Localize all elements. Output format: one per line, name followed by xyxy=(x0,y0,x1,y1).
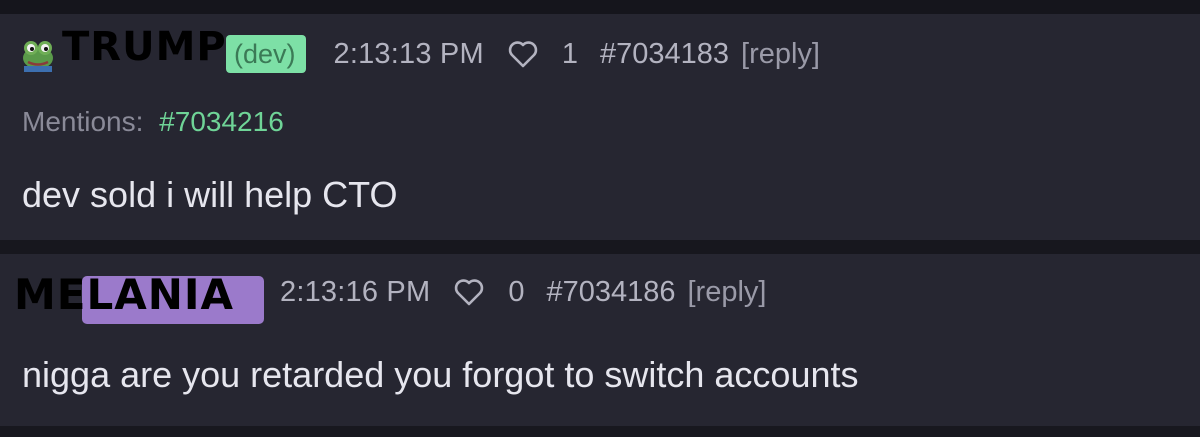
post-header: 2:13:16 PM 0 #7034186 [reply] xyxy=(280,272,766,312)
divider-top xyxy=(0,0,1200,14)
post-time: 2:13:13 PM xyxy=(333,37,484,70)
dev-tag: (dev) xyxy=(234,38,296,69)
divider-bottom xyxy=(0,426,1200,437)
reply-link[interactable]: [reply] xyxy=(688,276,767,309)
post-number-link[interactable]: #7034186 xyxy=(546,276,675,309)
like-count: 1 xyxy=(561,37,578,70)
post-number-link[interactable]: #7034183 xyxy=(600,38,729,71)
mention-link[interactable]: #7034216 xyxy=(159,106,284,137)
post-body: dev sold i will help CTO xyxy=(22,174,398,215)
heart-icon[interactable] xyxy=(454,278,484,306)
frog-icon xyxy=(20,36,56,72)
overlay-label-trump: TRUMP xyxy=(62,24,227,70)
poster-name-chip[interactable]: (dev) xyxy=(226,35,306,73)
thread-page: (dev) 2:13:13 PM 1 #7034183 [reply] Ment… xyxy=(0,0,1200,437)
divider-middle xyxy=(0,240,1200,254)
overlay-label-melania: MELANIA xyxy=(14,270,235,319)
mentions-label: Mentions: xyxy=(22,106,144,137)
reply-link[interactable]: [reply] xyxy=(741,38,820,71)
mentions-line: Mentions: #7034216 xyxy=(22,106,284,138)
heart-icon[interactable] xyxy=(508,40,538,68)
post-body: nigga are you retarded you forgot to swi… xyxy=(22,354,859,395)
like-count: 0 xyxy=(508,275,525,308)
post-time: 2:13:16 PM xyxy=(280,275,431,308)
